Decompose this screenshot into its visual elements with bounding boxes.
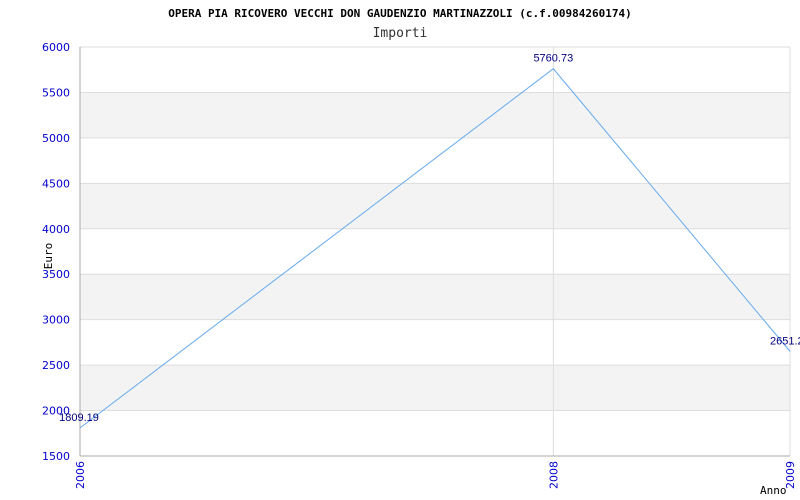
y-tick-label: 5000 [42, 132, 70, 145]
y-tick-label: 4000 [42, 223, 70, 236]
y-tick-label: 2500 [42, 359, 70, 372]
y-tick-label: 6000 [42, 41, 70, 54]
y-tick-label: 5500 [42, 86, 70, 99]
plot-band [80, 410, 790, 456]
chart-title: OPERA PIA RICOVERO VECCHI DON GAUDENZIO … [168, 7, 632, 20]
plot-bands [80, 47, 790, 456]
plot-band [80, 228, 790, 275]
data-label: 1809.19 [59, 412, 99, 424]
x-tick-labels: 2006 2008 2009 [74, 461, 797, 489]
y-tick-label: 4500 [42, 177, 70, 190]
y-tick-label: 1500 [42, 450, 70, 463]
chart-subtitle: Importi [373, 26, 428, 41]
plot-band [80, 274, 790, 320]
x-tick-label: 2006 [74, 461, 87, 489]
data-label: 2651.2 [770, 335, 800, 347]
plot-band [80, 137, 790, 184]
plot-band [80, 319, 790, 366]
y-axis-title: Euro [42, 243, 55, 270]
chart: OPERA PIA RICOVERO VECCHI DON GAUDENZIO … [42, 7, 800, 497]
plot-band [80, 365, 790, 411]
x-tick-label: 2008 [547, 461, 560, 489]
plot-band [80, 47, 790, 93]
plot-band [80, 183, 790, 229]
x-axis-title: Anno [760, 484, 787, 497]
plot-band [80, 92, 790, 138]
y-tick-label: 3000 [42, 314, 70, 327]
data-label: 5760.73 [533, 53, 573, 65]
